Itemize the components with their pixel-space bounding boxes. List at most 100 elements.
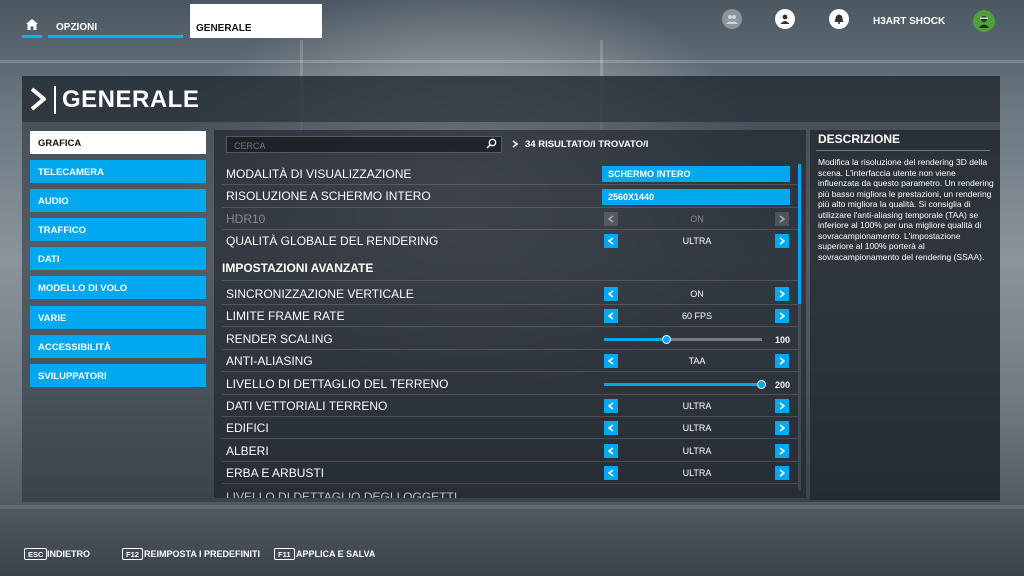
display-mode-dropdown[interactable]: SCHERMO INTERO bbox=[602, 166, 790, 182]
setting-label: LIVELLO DI DETTAGLIO DEL TERRENO bbox=[226, 377, 449, 391]
vector-data-prev-button[interactable] bbox=[604, 399, 618, 413]
quality-next-button[interactable] bbox=[775, 234, 789, 248]
anti-aliasing-value: TAA bbox=[688, 356, 706, 366]
resolution-dropdown[interactable]: 2560X1440 bbox=[602, 189, 790, 205]
category-audio[interactable]: AUDIO bbox=[30, 189, 206, 212]
f11-key-hint: F11 bbox=[274, 548, 295, 560]
chevron-right-icon bbox=[779, 237, 785, 245]
trees-value: ULTRA bbox=[682, 446, 712, 456]
setting-row-objects-lod[interactable]: LIVELLO DI DETTAGLIO DEGLI OGGETTI bbox=[226, 490, 457, 498]
setting-label: EDIFICI bbox=[226, 421, 269, 435]
row-divider bbox=[222, 371, 798, 372]
row-divider bbox=[222, 416, 798, 417]
buildings-prev-button[interactable] bbox=[604, 421, 618, 435]
chevron-right-icon bbox=[779, 357, 785, 365]
hdr-value: ON bbox=[690, 214, 704, 224]
setting-label: DATI VETTORIALI TERRENO bbox=[226, 399, 388, 413]
tab-general[interactable]: GENERALE bbox=[190, 4, 322, 38]
setting-label: MODALITÀ DI VISUALIZZAZIONE bbox=[226, 167, 412, 181]
chevron-left-icon bbox=[608, 215, 614, 223]
page-title: GENERALE bbox=[62, 86, 200, 113]
search-icon[interactable] bbox=[486, 138, 497, 149]
setting-label: QUALITÀ GLOBALE DEL RENDERING bbox=[226, 234, 439, 248]
chevron-right-icon bbox=[779, 312, 785, 320]
category-dati[interactable]: DATI bbox=[30, 247, 206, 270]
quality-prev-button[interactable] bbox=[604, 234, 618, 248]
home-tab-indicator bbox=[22, 35, 42, 38]
category-accessibilita[interactable]: ACCESSIBILITÀ bbox=[30, 335, 206, 358]
reset-defaults-button[interactable]: REIMPOSTA I PREDEFINITI bbox=[144, 549, 260, 559]
apply-save-button[interactable]: APPLICA E SALVA bbox=[296, 549, 375, 559]
category-telecamera[interactable]: TELECAMERA bbox=[30, 160, 206, 183]
buildings-next-button[interactable] bbox=[775, 421, 789, 435]
grass-value: ULTRA bbox=[682, 468, 712, 478]
setting-label: LIMITE FRAME RATE bbox=[226, 309, 345, 323]
friends-icon bbox=[726, 15, 738, 24]
bell-icon bbox=[834, 14, 844, 24]
anti-aliasing-prev-button[interactable] bbox=[604, 354, 618, 368]
user-name[interactable]: H3ART SHOCK bbox=[873, 16, 945, 27]
terrain-lod-value: 200 bbox=[774, 380, 790, 390]
f12-key-hint: F12 bbox=[122, 548, 143, 560]
vector-data-next-button[interactable] bbox=[775, 399, 789, 413]
category-modello-di-volo[interactable]: MODELLO DI VOLO bbox=[30, 276, 206, 299]
vsync-prev-button[interactable] bbox=[604, 287, 618, 301]
vector-data-value: ULTRA bbox=[682, 401, 712, 411]
render-scaling-slider-fill bbox=[604, 338, 667, 341]
render-scaling-slider-handle[interactable] bbox=[662, 335, 671, 344]
hdr-next-button bbox=[775, 212, 789, 226]
grass-next-button[interactable] bbox=[775, 466, 789, 480]
setting-label: RISOLUZIONE A SCHERMO INTERO bbox=[226, 189, 431, 203]
row-divider bbox=[222, 326, 798, 327]
friends-button[interactable] bbox=[722, 9, 742, 29]
anti-aliasing-next-button[interactable] bbox=[775, 354, 789, 368]
settings-scrollbar-thumb[interactable] bbox=[798, 164, 801, 304]
chevron-left-icon bbox=[608, 312, 614, 320]
trees-next-button[interactable] bbox=[775, 444, 789, 458]
trees-prev-button[interactable] bbox=[604, 444, 618, 458]
esc-key-hint: ESC bbox=[24, 548, 48, 560]
grass-prev-button[interactable] bbox=[604, 466, 618, 480]
chevron-right-icon bbox=[512, 140, 518, 148]
avatar[interactable] bbox=[973, 10, 995, 32]
search-input[interactable] bbox=[226, 136, 502, 153]
profile-button[interactable] bbox=[775, 9, 795, 29]
hdr-prev-button bbox=[604, 212, 618, 226]
category-sviluppatori[interactable]: SVILUPPATORI bbox=[30, 364, 206, 387]
category-traffico[interactable]: TRAFFICO bbox=[30, 218, 206, 241]
chevron-left-icon bbox=[608, 402, 614, 410]
top-bar: OPZIONI GENERALE H3ART SHOCK bbox=[0, 0, 1024, 40]
chevron-right-icon bbox=[779, 290, 785, 298]
setting-label: HDR10 bbox=[226, 212, 266, 226]
row-divider bbox=[222, 184, 798, 185]
notifications-button[interactable] bbox=[829, 9, 849, 29]
vsync-next-button[interactable] bbox=[775, 287, 789, 301]
setting-label: ERBA E ARBUSTI bbox=[226, 466, 325, 480]
category-varie[interactable]: VARIE bbox=[30, 306, 206, 329]
description-title: DESCRIZIONE bbox=[818, 132, 901, 146]
quality-value: ULTRA bbox=[682, 236, 712, 246]
chevron-right-icon bbox=[779, 447, 785, 455]
category-grafica[interactable]: GRAFICA bbox=[30, 131, 206, 154]
profile-icon bbox=[780, 14, 790, 24]
terrain-lod-slider-fill bbox=[604, 383, 762, 386]
row-divider bbox=[222, 349, 798, 350]
setting-label: ALBERI bbox=[226, 444, 269, 458]
options-tab-indicator bbox=[48, 35, 183, 38]
back-button[interactable]: INDIETRO bbox=[47, 549, 90, 559]
buildings-value: ULTRA bbox=[682, 423, 712, 433]
home-button[interactable] bbox=[22, 14, 42, 34]
home-icon bbox=[26, 18, 38, 30]
row-divider bbox=[222, 438, 798, 439]
row-divider bbox=[222, 483, 798, 484]
terrain-lod-slider-handle[interactable] bbox=[757, 380, 766, 389]
chevron-right-icon bbox=[779, 424, 785, 432]
row-divider bbox=[222, 207, 798, 208]
section-title-advanced: IMPOSTAZIONI AVANZATE bbox=[222, 261, 374, 275]
vsync-value: ON bbox=[690, 289, 704, 299]
chevron-left-icon bbox=[608, 424, 614, 432]
chevron-right-icon bbox=[779, 469, 785, 477]
frame-limit-next-button[interactable] bbox=[775, 309, 789, 323]
row-divider bbox=[222, 394, 798, 395]
frame-limit-prev-button[interactable] bbox=[604, 309, 618, 323]
